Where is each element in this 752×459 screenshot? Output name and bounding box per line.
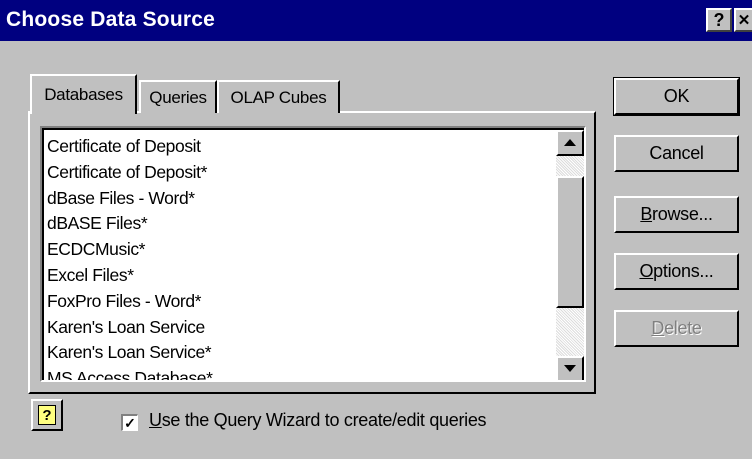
choose-data-source-dialog: Choose Data Source ? ✕ Databases Queries… xyxy=(0,0,752,459)
delete-label-rest: elete xyxy=(664,318,702,338)
list-item[interactable]: dBase Files - Word* xyxy=(47,186,555,212)
list-item[interactable]: MS Access Database* xyxy=(47,366,555,380)
list-item[interactable]: Certificate of Deposit xyxy=(47,134,555,160)
scroll-up-button[interactable] xyxy=(556,130,584,156)
cancel-button-label: Cancel xyxy=(649,143,704,163)
browse-button[interactable]: Browse... xyxy=(614,196,739,233)
ok-button-label: OK xyxy=(663,86,690,106)
browse-label-rest: rowse... xyxy=(652,204,713,224)
scroll-down-button[interactable] xyxy=(556,356,584,380)
help-icon: ? xyxy=(713,9,725,30)
browse-button-label: Browse... xyxy=(640,204,713,225)
tab-queries[interactable]: Queries xyxy=(139,80,217,113)
delete-button[interactable]: Delete xyxy=(614,310,739,347)
tab-queries-label: Queries xyxy=(149,87,207,107)
checkmark-icon: ✓ xyxy=(124,415,136,431)
query-wizard-mnemonic: U xyxy=(149,410,162,430)
list-item[interactable]: Karen's Loan Service* xyxy=(47,340,555,366)
vertical-scrollbar[interactable] xyxy=(556,130,584,380)
tab-olap-cubes[interactable]: OLAP Cubes xyxy=(217,80,340,113)
options-mnemonic: O xyxy=(639,261,654,281)
window-title: Choose Data Source xyxy=(6,8,215,31)
options-button[interactable]: Options... xyxy=(614,253,739,290)
title-bar[interactable]: Choose Data Source ? ✕ xyxy=(0,0,752,41)
list-item[interactable]: FoxPro Files - Word* xyxy=(47,289,555,315)
tab-databases[interactable]: Databases xyxy=(30,74,137,114)
list-item[interactable]: Excel Files* xyxy=(47,263,555,289)
help-button[interactable]: ? xyxy=(706,8,732,32)
data-source-listbox[interactable]: Certificate of Deposit Certificate of De… xyxy=(40,126,586,382)
query-help-button[interactable]: ? xyxy=(31,399,63,431)
options-label-rest: ptions... xyxy=(653,261,714,281)
help-book-icon: ? xyxy=(38,405,56,425)
ok-button[interactable]: OK xyxy=(613,77,740,116)
query-wizard-checkbox[interactable]: ✓ xyxy=(121,414,138,431)
list-item[interactable]: Karen's Loan Service xyxy=(47,315,555,341)
query-wizard-label[interactable]: Use the Query Wizard to create/edit quer… xyxy=(149,410,487,431)
delete-mnemonic: D xyxy=(651,318,665,338)
close-button[interactable]: ✕ xyxy=(734,8,752,32)
data-source-list: Certificate of Deposit Certificate of De… xyxy=(47,134,555,380)
options-button-label: Options... xyxy=(639,261,713,282)
scroll-up-arrow-icon xyxy=(564,139,576,146)
close-icon: ✕ xyxy=(737,12,751,29)
query-wizard-label-rest: se the Query Wizard to create/edit queri… xyxy=(161,410,487,430)
tab-databases-label: Databases xyxy=(44,85,123,104)
list-item[interactable]: Certificate of Deposit* xyxy=(47,160,555,186)
scroll-down-arrow-icon xyxy=(564,365,576,372)
delete-button-label: Delete xyxy=(651,318,702,339)
list-item[interactable]: dBASE Files* xyxy=(47,211,555,237)
browse-mnemonic: B xyxy=(640,204,653,224)
cancel-button[interactable]: Cancel xyxy=(614,135,739,172)
list-item[interactable]: ECDCMusic* xyxy=(47,237,555,263)
scroll-thumb[interactable] xyxy=(556,176,584,308)
tab-olap-cubes-label: OLAP Cubes xyxy=(230,87,327,107)
